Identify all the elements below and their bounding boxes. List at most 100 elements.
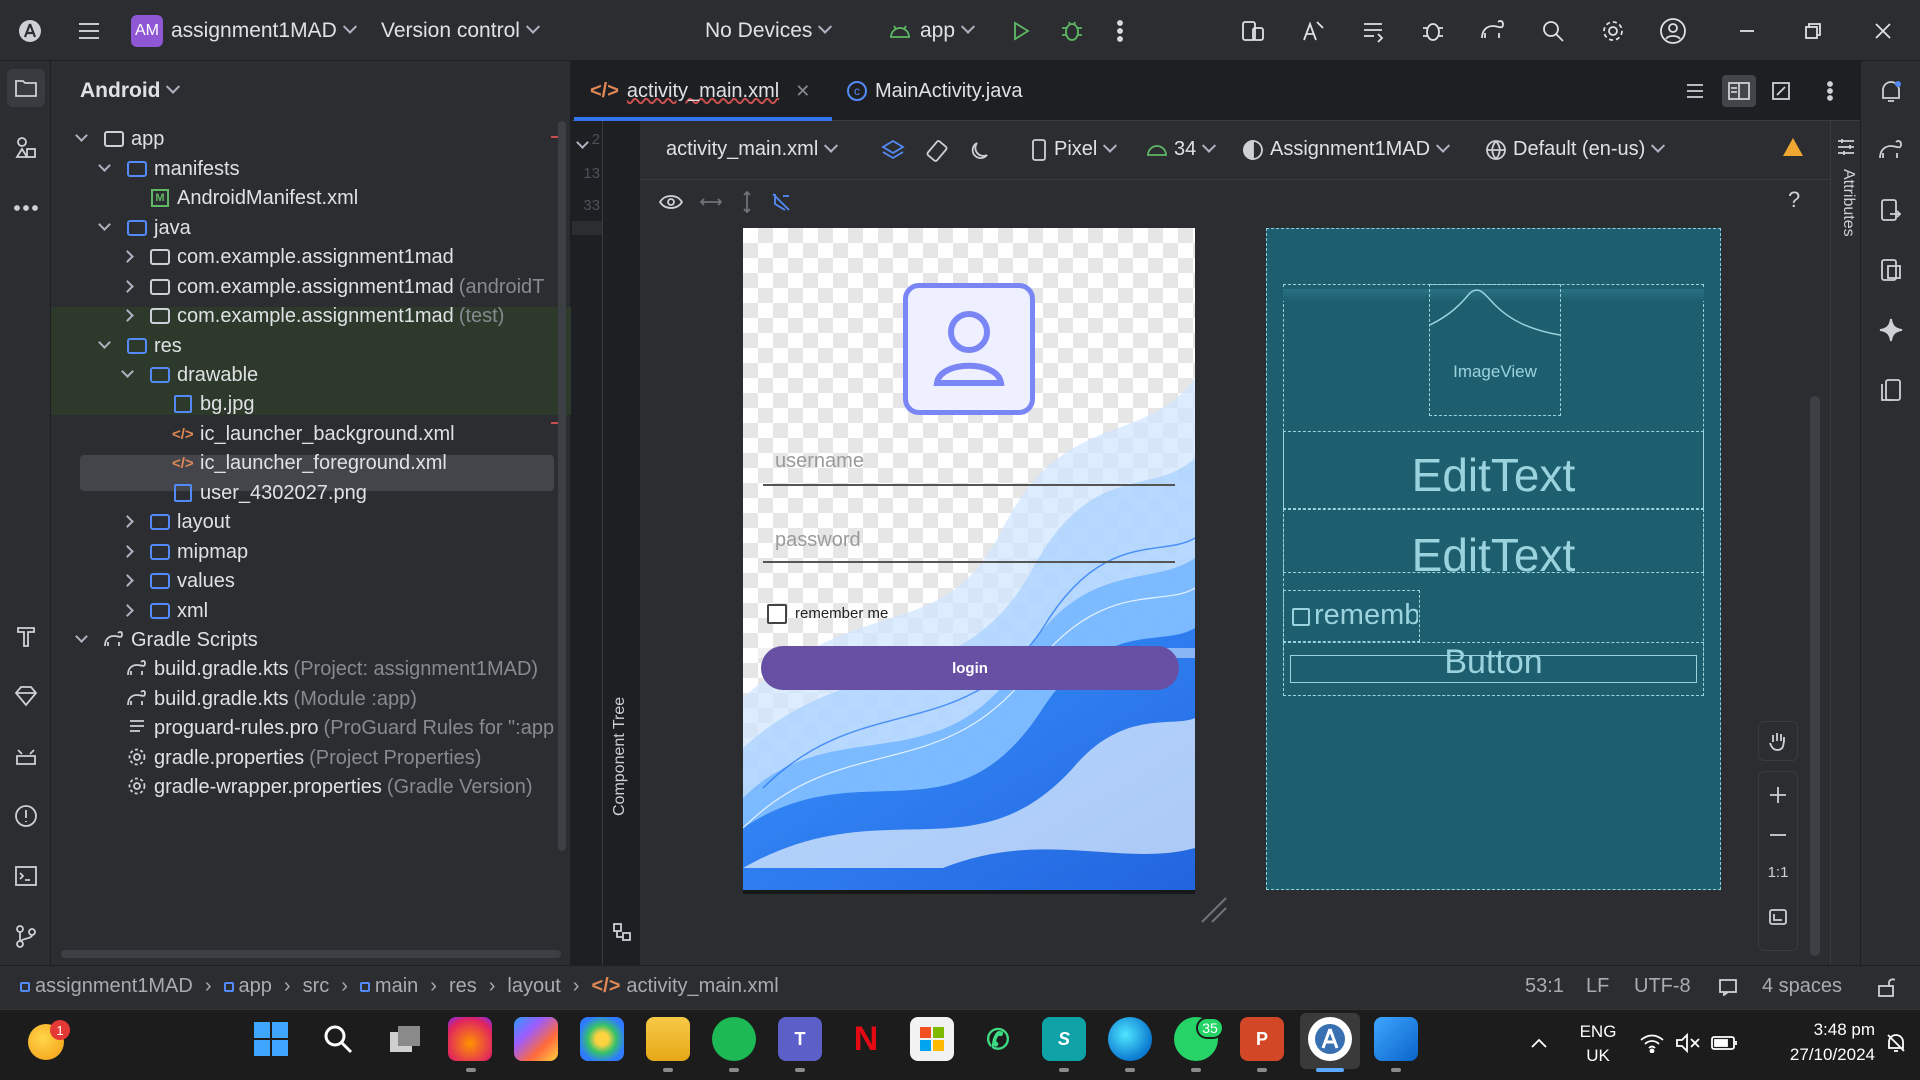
breadcrumb-item[interactable]: app — [239, 975, 272, 998]
help-icon[interactable]: ? — [1788, 187, 1800, 213]
notifications-bell-icon[interactable] — [1872, 73, 1910, 111]
firefox-icon[interactable] — [448, 1017, 492, 1061]
collapse-chevron[interactable] — [576, 136, 590, 152]
more-tools-icon[interactable] — [7, 189, 45, 227]
blueprint-edittext-1[interactable]: EditText — [1283, 431, 1704, 509]
project-view-icon[interactable] — [7, 69, 45, 107]
microsoft-store-icon[interactable] — [910, 1017, 954, 1061]
netflix-icon[interactable]: N — [844, 1017, 888, 1061]
tree-horizontal-scrollbar[interactable] — [61, 950, 561, 958]
layout-file-selector[interactable]: activity_main.xml — [666, 138, 839, 161]
build-hammer-icon[interactable] — [7, 617, 45, 655]
settings-gear-icon[interactable] — [1598, 0, 1628, 61]
breadcrumb-item[interactable]: activity_main.xml — [626, 975, 778, 998]
tree-scrollbar[interactable] — [558, 121, 566, 851]
close-window-icon[interactable] — [1870, 0, 1896, 61]
run-icon[interactable] — [1008, 0, 1034, 61]
translate-icon[interactable] — [1298, 0, 1328, 61]
phone-link-icon[interactable]: ✆ — [976, 1017, 1020, 1061]
warning-icon[interactable] — [1783, 138, 1803, 156]
vertical-resize-icon[interactable] — [732, 187, 762, 217]
attributes-icon[interactable] — [1834, 135, 1858, 159]
chrome-like-icon[interactable] — [580, 1017, 624, 1061]
breadcrumb-item[interactable]: assignment1MAD — [35, 975, 193, 998]
chevron-down-icon[interactable] — [75, 129, 88, 142]
device-preview-selector[interactable]: Pixel — [1032, 138, 1118, 161]
zoom-fit-icon[interactable] — [1759, 900, 1797, 934]
design-view-icon[interactable] — [1768, 79, 1794, 103]
breadcrumb-item[interactable]: res — [449, 975, 477, 998]
phone-preview[interactable]: username password remember me login — [743, 228, 1195, 890]
chevron-down-icon[interactable] — [75, 630, 88, 643]
chevron-right-icon[interactable] — [121, 604, 134, 617]
edge-icon[interactable] — [1108, 1017, 1152, 1061]
login-button[interactable]: login — [761, 646, 1179, 690]
horizontal-resize-icon[interactable] — [696, 187, 726, 217]
logcat-icon[interactable] — [7, 737, 45, 775]
chevron-right-icon[interactable] — [121, 574, 134, 587]
shorthand-app-icon[interactable]: S — [1042, 1017, 1086, 1061]
read-only-icon[interactable] — [1716, 974, 1740, 1000]
debug-icon[interactable] — [1058, 0, 1086, 61]
android-studio-taskbar-icon[interactable] — [1308, 1017, 1352, 1061]
zoom-actual-size[interactable]: 1:1 — [1759, 864, 1797, 881]
photos-icon[interactable] — [1374, 1017, 1418, 1061]
problems-icon[interactable] — [7, 797, 45, 835]
indent-setting[interactable]: 4 spaces — [1762, 975, 1842, 998]
file-encoding[interactable]: UTF-8 — [1634, 975, 1691, 998]
locale-selector[interactable]: Default (en-us) — [1485, 138, 1666, 161]
breadcrumb-item[interactable]: src — [303, 975, 330, 998]
constraint-autoconnect-icon[interactable] — [766, 187, 796, 217]
line-separator[interactable]: LF — [1586, 975, 1609, 998]
battery-icon[interactable] — [1710, 1030, 1740, 1056]
design-surface-icon[interactable] — [878, 136, 908, 166]
gradle-icon[interactable] — [1478, 0, 1508, 61]
eye-visibility-icon[interactable] — [656, 187, 686, 217]
password-field[interactable]: password — [775, 529, 861, 552]
task-view-icon[interactable] — [383, 1017, 427, 1061]
zoom-out-icon[interactable] — [1759, 818, 1797, 852]
notification-center-icon[interactable] — [1882, 1030, 1910, 1056]
orientation-icon[interactable] — [922, 136, 952, 166]
zoom-in-icon[interactable] — [1759, 778, 1797, 812]
more-actions-icon[interactable] — [1110, 0, 1130, 61]
tab-more-icon[interactable] — [1822, 79, 1838, 103]
search-icon[interactable] — [1538, 0, 1568, 61]
component-tree-icon[interactable] — [611, 921, 633, 943]
blueprint-button[interactable]: Button — [1283, 642, 1704, 696]
copilot-icon[interactable] — [514, 1017, 558, 1061]
restore-icon[interactable] — [1800, 0, 1826, 61]
git-branch-icon[interactable] — [7, 917, 45, 955]
resource-manager-icon[interactable] — [7, 129, 45, 167]
canvas-scrollbar[interactable] — [1810, 396, 1820, 956]
gem-icon[interactable] — [7, 677, 45, 715]
resize-handle-icon[interactable] — [1200, 896, 1230, 926]
breadcrumb-item[interactable]: layout — [507, 975, 560, 998]
chevron-down-icon[interactable] — [98, 218, 111, 231]
chevron-right-icon[interactable] — [121, 280, 134, 293]
pan-tool[interactable] — [1758, 721, 1798, 761]
sync-icon[interactable] — [1358, 0, 1388, 61]
tree-item[interactable]: gradle-wrapper.properties (Gradle Version… — [126, 769, 533, 805]
device-manager-icon[interactable] — [1238, 0, 1268, 61]
component-tree-tab[interactable]: Component Tree — [611, 697, 629, 816]
chevron-right-icon[interactable] — [121, 545, 134, 558]
blueprint-edittext-2[interactable]: EditText — [1283, 509, 1704, 581]
show-hidden-icons-chevron[interactable] — [1524, 1030, 1554, 1056]
file-explorer-icon[interactable] — [646, 1017, 690, 1061]
device-file-explorer-icon[interactable] — [1872, 191, 1910, 229]
theme-selector[interactable]: Assignment1MAD — [1242, 138, 1451, 161]
tab-activity-main-xml[interactable]: </> activity_main.xml ✕ — [590, 61, 810, 121]
emulator-icon[interactable] — [1872, 371, 1910, 409]
lock-icon[interactable] — [1874, 974, 1898, 1000]
tab-main-activity-java[interactable]: c MainActivity.java — [847, 61, 1022, 121]
run-config-selector[interactable]: app — [888, 0, 976, 61]
attributes-tab[interactable]: Attributes — [1839, 169, 1857, 237]
minimize-icon[interactable] — [1734, 0, 1760, 61]
powerpoint-icon[interactable]: P — [1240, 1017, 1284, 1061]
teams-icon[interactable]: T — [778, 1017, 822, 1061]
breadcrumb-item[interactable]: main — [375, 975, 418, 998]
main-menu-icon[interactable] — [74, 0, 104, 61]
search-taskbar-icon[interactable] — [316, 1017, 360, 1061]
spotify-icon[interactable] — [712, 1017, 756, 1061]
